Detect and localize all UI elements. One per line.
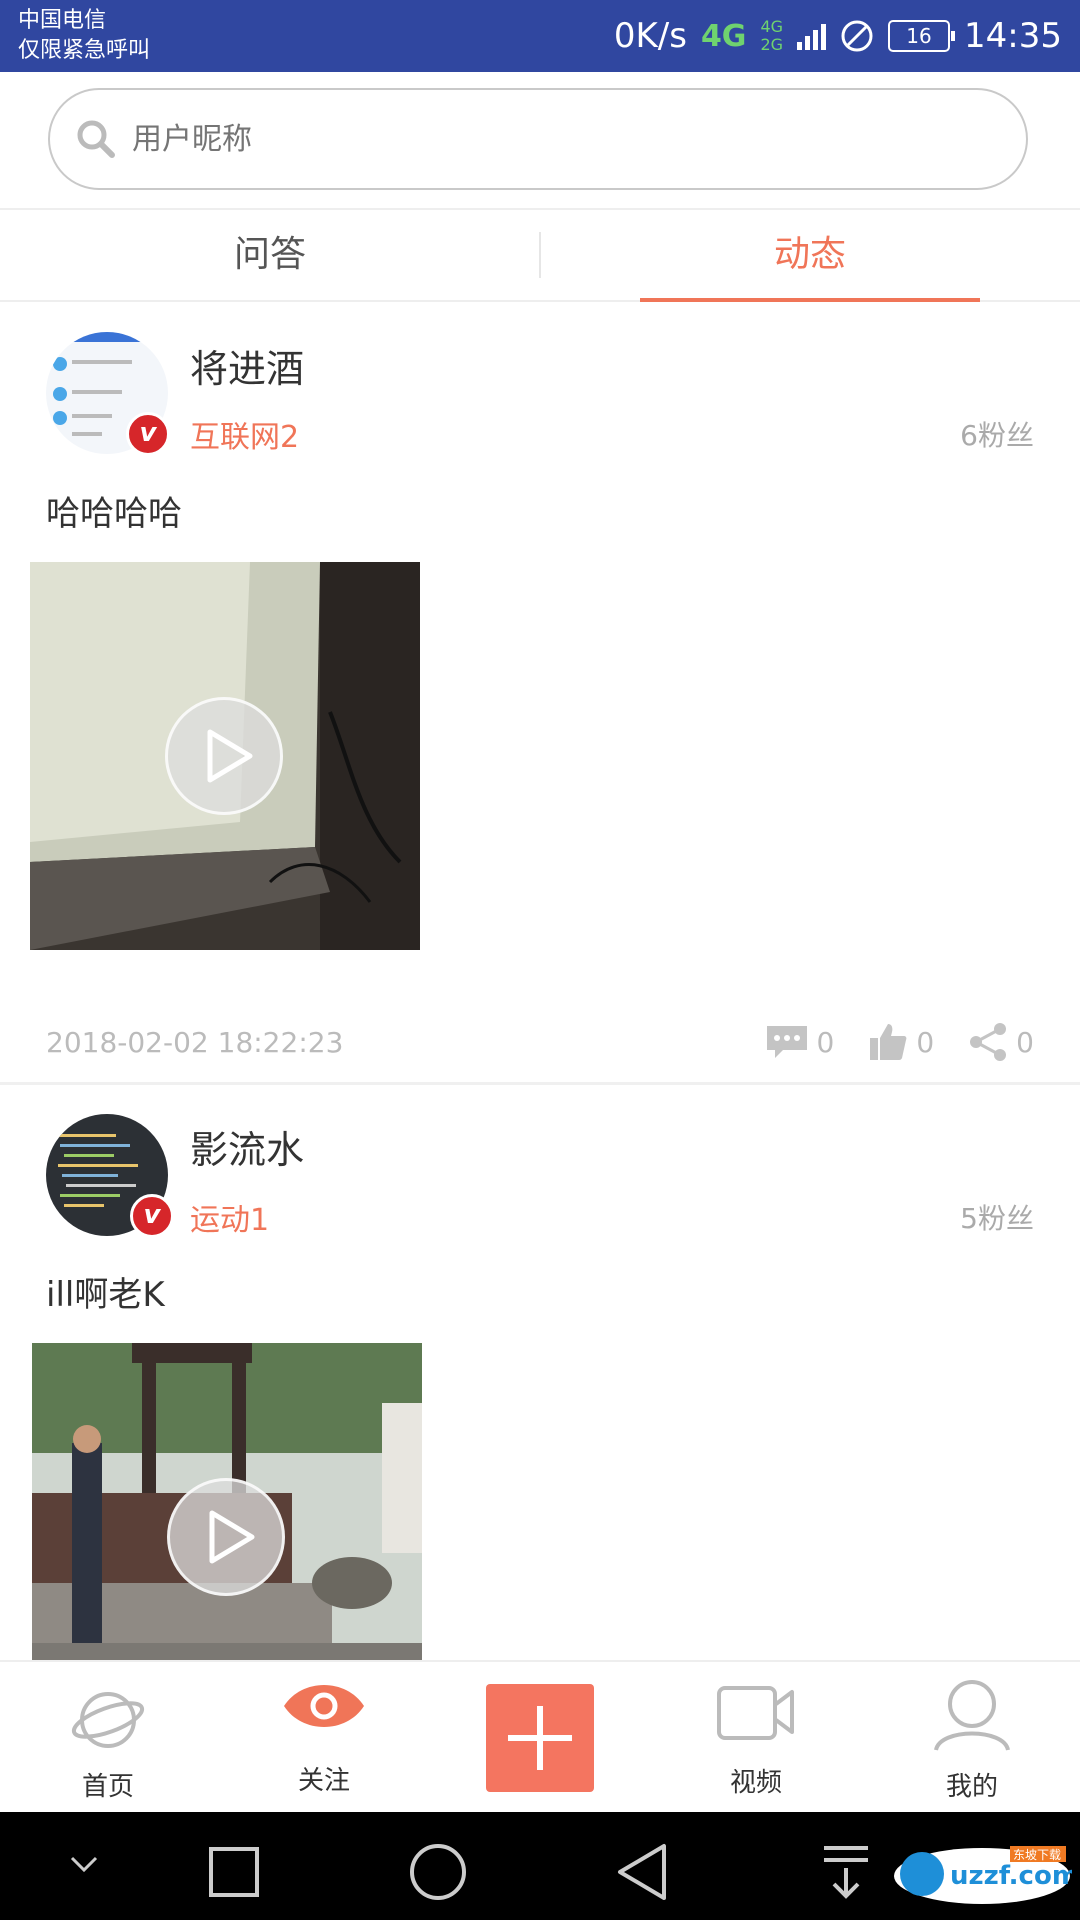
watermark-logo: uzzf.com 东坡下载 — [892, 1840, 1079, 1906]
play-icon — [207, 729, 253, 783]
tab-qa[interactable]: 问答 — [0, 210, 540, 300]
video-thumbnail[interactable] — [30, 562, 420, 950]
status-bar: 中国电信 仅限紧急呼叫 0K/s 4G 4G 2G 16 14:35 — [0, 0, 1080, 72]
do-not-disturb-icon — [841, 20, 873, 52]
nav-follow[interactable]: 关注 — [244, 1662, 404, 1814]
like-button[interactable]: 0 — [868, 1022, 934, 1062]
post-meta: 2018-02-02 18:22:23 0 0 0 — [46, 1022, 1034, 1062]
network-type: 4G — [700, 18, 747, 54]
nav-label: 视频 — [729, 1768, 782, 1798]
carrier-status: 仅限紧急呼叫 — [18, 38, 151, 63]
tab-feed[interactable]: 动态 — [540, 210, 1080, 302]
post-actions: 0 0 0 — [765, 1022, 1034, 1062]
comment-count: 0 — [816, 1025, 835, 1059]
post-text: ill啊老K — [46, 1275, 165, 1315]
planet-icon — [71, 1692, 145, 1748]
verified-badge-icon: v — [126, 412, 170, 456]
user-category[interactable]: 运动1 — [190, 1195, 269, 1239]
network-small-top: 4G — [760, 17, 784, 36]
fans-count: 6粉丝 — [960, 419, 1034, 452]
carrier-name: 中国电信 — [18, 8, 107, 33]
network-type-secondary: 4G 2G — [760, 18, 783, 54]
recent-apps-icon[interactable] — [208, 1846, 260, 1898]
publish-button[interactable] — [486, 1684, 594, 1792]
post-time: 2018-02-02 18:22:23 — [46, 1025, 344, 1059]
bottom-nav: 首页 关注 视频 我的 — [0, 1660, 1080, 1814]
video-thumbnail[interactable] — [32, 1343, 422, 1660]
verified-badge-icon: v — [130, 1194, 174, 1238]
user-icon — [934, 1680, 1010, 1751]
watermark-icon: uzzf.com 东坡下载 — [894, 1846, 1079, 1904]
notification-pull-icon[interactable] — [820, 1842, 872, 1902]
share-icon — [970, 1023, 1007, 1061]
nav-video[interactable]: 视频 — [676, 1662, 836, 1814]
carrier-info: 中国电信 仅限紧急呼叫 — [18, 6, 150, 66]
system-nav-bar: uzzf.com 东坡下载 — [0, 1812, 1080, 1920]
search-bar-container — [0, 72, 1080, 210]
play-button[interactable] — [165, 697, 283, 815]
watermark-subtext: 东坡下载 — [1013, 1848, 1061, 1862]
user-category[interactable]: 互联网2 — [190, 412, 299, 456]
play-button[interactable] — [167, 1478, 285, 1596]
like-count: 0 — [916, 1025, 935, 1059]
nav-label: 我的 — [945, 1772, 998, 1802]
username[interactable]: 将进酒 — [190, 338, 304, 393]
network-small-bottom: 2G — [760, 35, 784, 54]
chevron-down-icon[interactable] — [68, 1852, 100, 1876]
watermark-text: uzzf.com — [950, 1861, 1072, 1891]
post-card: v 将进酒 互联网2 6粉丝 哈哈哈哈 2018-02-02 18:22:23 … — [0, 302, 1080, 1082]
comment-button[interactable]: 0 — [765, 1022, 835, 1062]
video-camera-icon — [717, 1686, 794, 1740]
search-input[interactable] — [130, 120, 934, 158]
nav-label: 关注 — [297, 1766, 350, 1796]
fans-count: 5粉丝 — [960, 1202, 1034, 1235]
plus-icon — [508, 1706, 572, 1770]
thumbs-up-icon — [870, 1024, 907, 1060]
network-speed: 0K/s — [613, 16, 687, 56]
play-icon — [209, 1510, 255, 1564]
nav-me[interactable]: 我的 — [892, 1662, 1052, 1814]
post-text: 哈哈哈哈 — [46, 494, 182, 534]
tab-bar: 问答 动态 — [0, 210, 1080, 302]
signal-icon — [797, 22, 827, 50]
eye-icon — [284, 1685, 364, 1727]
home-icon[interactable] — [408, 1842, 468, 1902]
comment-icon — [766, 1026, 807, 1058]
search-icon — [77, 120, 115, 158]
search-box[interactable] — [48, 88, 1028, 190]
share-button[interactable]: 0 — [968, 1022, 1034, 1062]
battery-icon: 16 — [888, 20, 956, 52]
username[interactable]: 影流水 — [190, 1119, 304, 1174]
tab-divider — [539, 232, 541, 278]
nav-home[interactable]: 首页 — [28, 1662, 188, 1814]
clock: 14:35 — [964, 16, 1062, 56]
nav-label: 首页 — [81, 1772, 134, 1802]
share-count: 0 — [1016, 1025, 1034, 1059]
post-card: v 影流水 运动1 5粉丝 ill啊老K — [0, 1085, 1080, 1660]
back-icon[interactable] — [614, 1842, 670, 1902]
status-icons: 0K/s 4G 4G 2G 16 14:35 — [614, 0, 1062, 72]
